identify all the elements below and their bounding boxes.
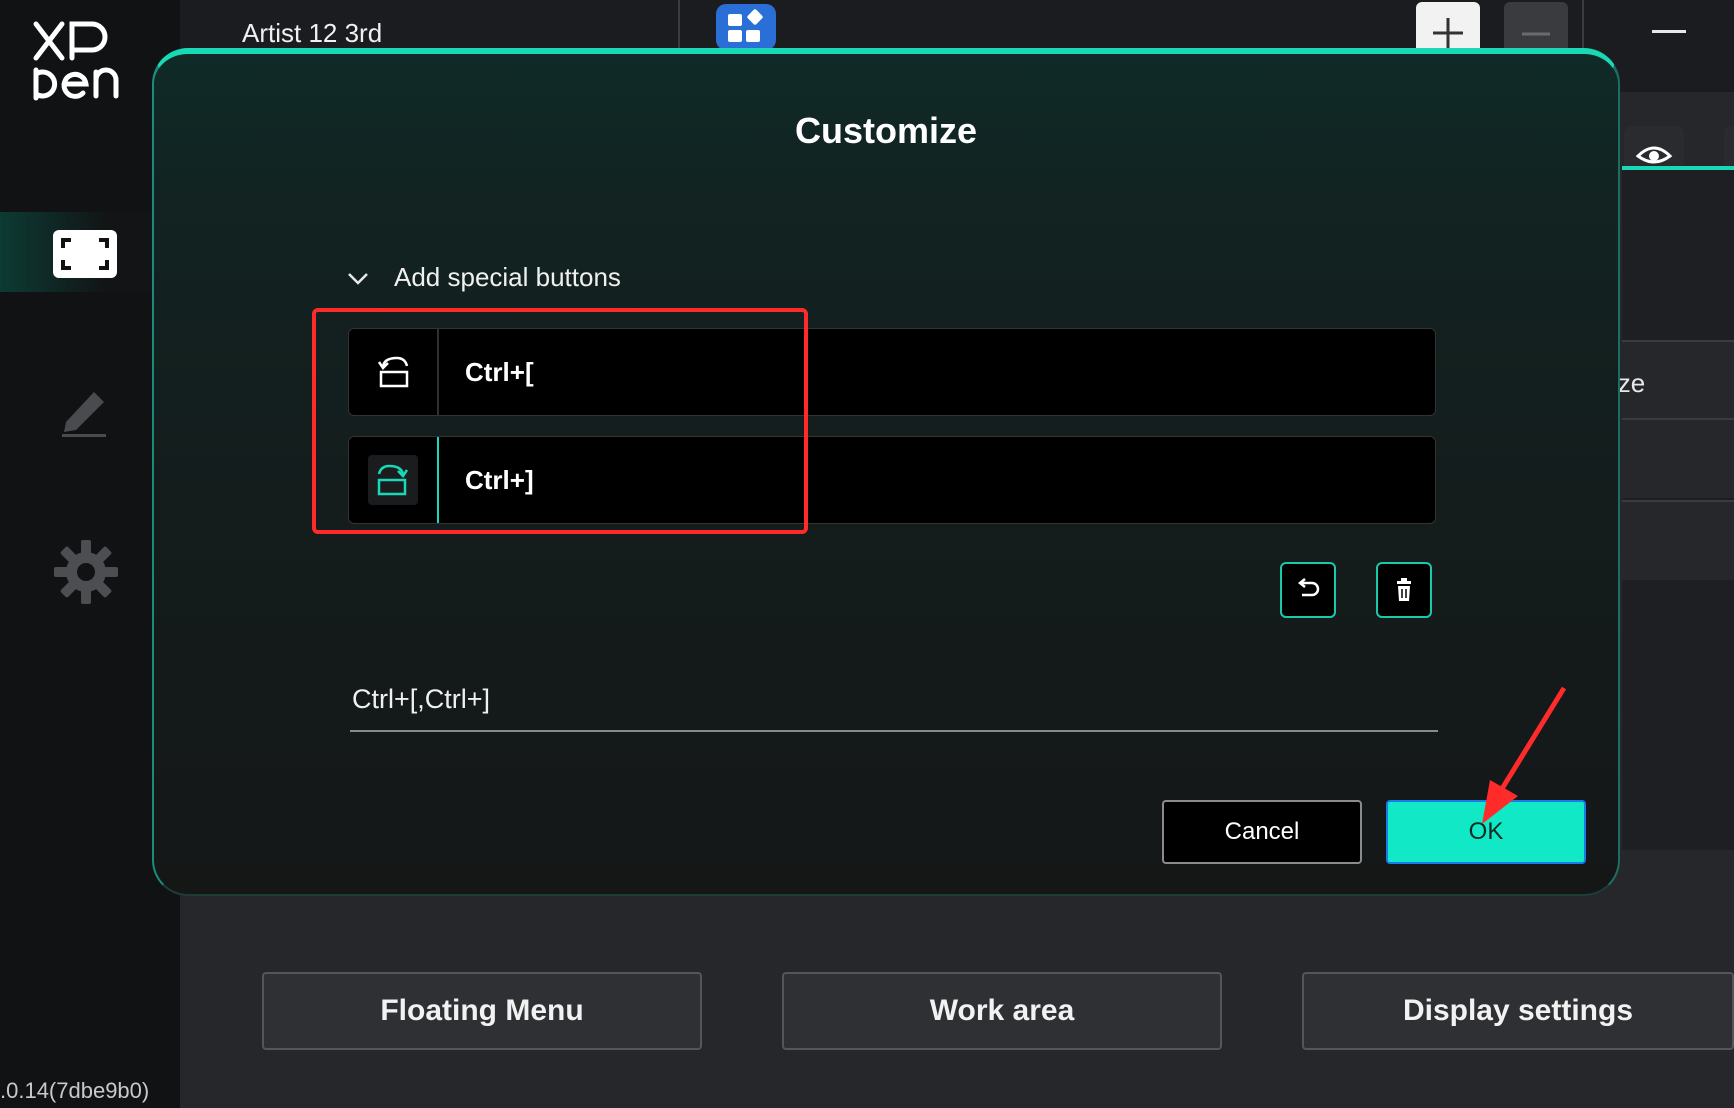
- top-divider: [678, 0, 680, 50]
- top-divider: [1582, 0, 1584, 50]
- cancel-button[interactable]: Cancel: [1162, 800, 1362, 864]
- undo-icon: [1297, 578, 1320, 597]
- undo-button[interactable]: [1280, 562, 1336, 618]
- right-row[interactable]: [1622, 418, 1734, 498]
- right-row[interactable]: [1622, 500, 1734, 580]
- dialog-title: Customize: [794, 110, 978, 151]
- trash-icon: [1397, 578, 1411, 601]
- input-underline: [350, 730, 1438, 732]
- delete-button[interactable]: [1376, 562, 1432, 618]
- section-label[interactable]: Add special buttons: [394, 262, 621, 293]
- xppen-logo: [33, 21, 119, 101]
- app-grid-icon[interactable]: [716, 4, 776, 50]
- customize-dialog: Customize Add special buttons Ctrl+[Ctr…: [152, 48, 1620, 896]
- shortcut-input[interactable]: Ctrl+[,Ctrl+]: [352, 684, 490, 715]
- floating-menu-button[interactable]: Floating Menu: [262, 972, 702, 1050]
- eye-icon: [1635, 146, 1673, 164]
- version-label: .0.14(7dbe9b0): [0, 1078, 150, 1103]
- device-name[interactable]: Artist 12 3rd: [242, 18, 382, 49]
- chevron-down-icon[interactable]: [346, 266, 370, 290]
- red-arrow-annotation: [1482, 686, 1567, 824]
- red-highlight-box: [312, 308, 808, 534]
- work-area-button[interactable]: Work area: [782, 972, 1222, 1050]
- display-settings-button[interactable]: Display settings: [1302, 972, 1734, 1050]
- settings-gear-icon[interactable]: [54, 540, 118, 604]
- pen-icon[interactable]: [58, 382, 110, 438]
- window-minimize-icon[interactable]: [1652, 30, 1686, 33]
- right-tab[interactable]: [1724, 126, 1734, 168]
- eye-tab[interactable]: [1624, 126, 1684, 168]
- display-icon[interactable]: [53, 230, 117, 278]
